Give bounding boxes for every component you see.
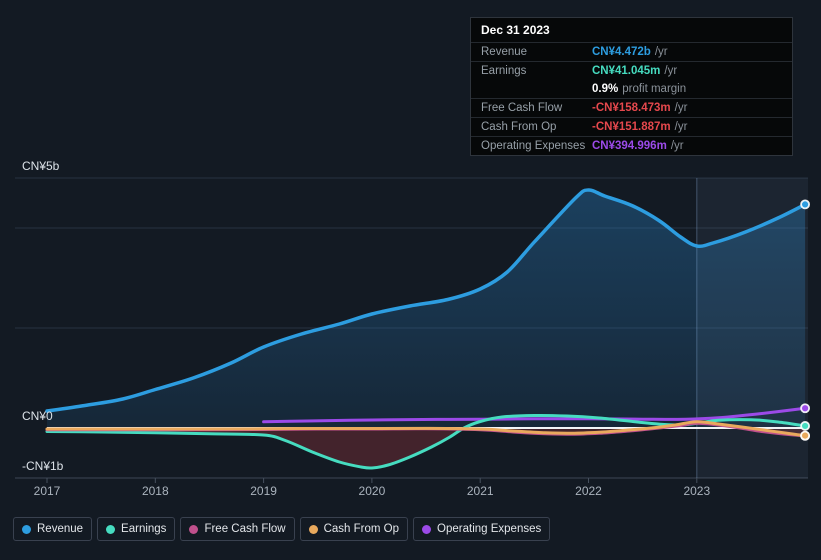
x-axis-label: 2022 (575, 484, 602, 498)
legend-label: Free Cash Flow (204, 523, 286, 535)
tooltip-unit: /yr (654, 46, 668, 58)
revenue-endpoint-dot (800, 199, 810, 210)
legend-item-earnings[interactable]: Earnings (97, 517, 176, 541)
earnings-color-dot (106, 524, 116, 534)
tooltip-row-earnings: Earnings CN¥41.045m/yr (471, 62, 792, 80)
tooltip-label: Revenue (481, 46, 528, 58)
tooltip-value: CN¥394.996m (592, 140, 667, 152)
profit-margin-value: 0.9% (592, 83, 619, 95)
x-axis-label: 2018 (142, 484, 169, 498)
legend-label: Cash From Op (323, 523, 400, 535)
revenue-area (47, 189, 806, 428)
operating-expenses-color-dot (422, 524, 432, 534)
x-axis-label: 2023 (683, 484, 710, 498)
tooltip-group-earnings: Earnings CN¥41.045m/yr 0.9% profit margin (471, 61, 792, 98)
y-axis-label: CN¥5b (22, 159, 60, 173)
tooltip-value: -CN¥151.887m (592, 121, 671, 133)
free-cash-flow-color-dot (189, 524, 199, 534)
y-axis-label: CN¥0 (22, 409, 53, 423)
tooltip-row-profit-margin: 0.9% profit margin (471, 80, 792, 98)
tooltip-value: CN¥41.045m (592, 65, 661, 77)
tooltip-row-cash-from-op: Cash From Op -CN¥151.887m/yr (471, 118, 792, 136)
tooltip-group-revenue: Revenue CN¥4.472b/yr (471, 42, 792, 61)
tooltip-group-opex: Operating Expenses CN¥394.996m/yr (471, 136, 792, 155)
revenue-color-dot (22, 524, 31, 534)
tooltip-group-cash-from-op: Cash From Op -CN¥151.887m/yr (471, 117, 792, 136)
cash-from-op-color-dot (308, 524, 318, 534)
tooltip-row-fcf: Free Cash Flow -CN¥158.473m/yr (471, 99, 792, 117)
legend-label: Operating Expenses (437, 523, 542, 535)
legend-item-revenue[interactable]: Revenue (13, 517, 93, 541)
chart-tooltip: Dec 31 2023 Revenue CN¥4.472b/yr Earning… (470, 17, 793, 156)
legend-label: Earnings (121, 523, 167, 535)
chart-legend: Revenue Earnings Free Cash Flow Cash Fro… (13, 517, 551, 541)
tooltip-date: Dec 31 2023 (481, 23, 550, 37)
legend-item-cash-from-op[interactable]: Cash From Op (299, 517, 409, 541)
x-axis-label: 2021 (467, 484, 494, 498)
tooltip-unit: /yr (664, 65, 678, 77)
legend-item-operating-expenses[interactable]: Operating Expenses (413, 517, 551, 541)
profit-margin-label: profit margin (622, 83, 687, 95)
tooltip-label: Free Cash Flow (481, 102, 563, 114)
tooltip-unit: /yr (670, 140, 684, 152)
tooltip-label: Cash From Op (481, 121, 557, 133)
tooltip-unit: /yr (674, 121, 688, 133)
operating-expenses-endpoint-dot (800, 403, 810, 414)
tooltip-label: Earnings (481, 65, 527, 77)
x-axis-label: 2017 (34, 484, 61, 498)
tooltip-value: CN¥4.472b (592, 46, 651, 58)
y-axis-label: -CN¥1b (22, 459, 64, 473)
tooltip-group-fcf: Free Cash Flow -CN¥158.473m/yr (471, 98, 792, 117)
legend-label: Revenue (37, 523, 84, 535)
cash-from-op-endpoint-dot (800, 430, 810, 441)
earnings-revenue-history-chart: CN¥5b CN¥0 -CN¥1b 2017 2018 2019 2020 2021 2022 2… (0, 0, 821, 560)
x-axis-label: 2020 (359, 484, 386, 498)
tooltip-row-opex: Operating Expenses CN¥394.996m/yr (471, 137, 792, 155)
x-axis-label: 2019 (250, 484, 277, 498)
tooltip-label: Operating Expenses (481, 140, 586, 152)
earnings-endpoint-dot (800, 421, 810, 431)
tooltip-unit: /yr (674, 102, 688, 114)
tooltip-row-revenue: Revenue CN¥4.472b/yr (471, 43, 792, 61)
tooltip-value: -CN¥158.473m (592, 102, 671, 114)
legend-item-free-cash-flow[interactable]: Free Cash Flow (180, 517, 295, 541)
